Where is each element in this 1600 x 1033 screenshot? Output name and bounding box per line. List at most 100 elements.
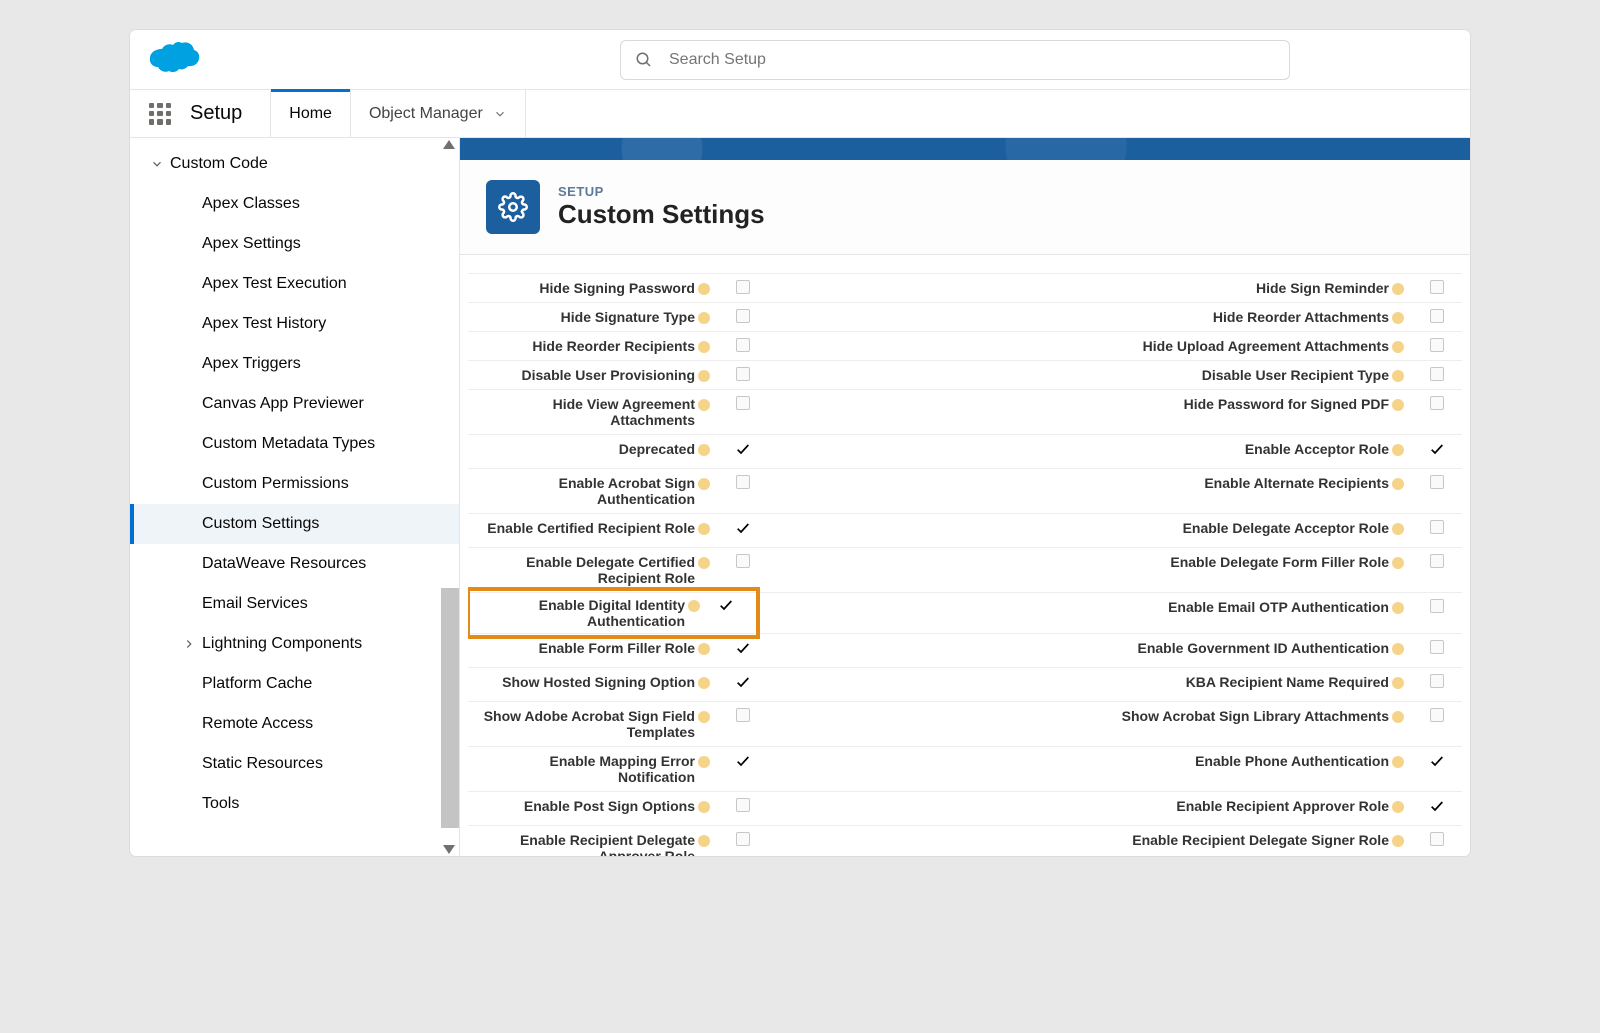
tree-node-apex-test-execution[interactable]: Apex Test Execution [130, 264, 459, 304]
checkbox-unchecked[interactable] [736, 475, 750, 489]
chevron-right-icon [182, 637, 196, 651]
tree-node-custom-code[interactable]: Custom Code [130, 144, 459, 184]
help-icon[interactable] [698, 341, 710, 353]
help-icon[interactable] [698, 283, 710, 295]
help-icon[interactable] [698, 312, 710, 324]
checkbox-unchecked[interactable] [1430, 599, 1444, 613]
tree-node-dataweave-resources[interactable]: DataWeave Resources [130, 544, 459, 584]
setting-value [718, 303, 768, 331]
help-icon[interactable] [1392, 478, 1404, 490]
tree-node-email-services[interactable]: Email Services [130, 584, 459, 624]
help-icon[interactable] [1392, 835, 1404, 847]
tree-node-apex-settings[interactable]: Apex Settings [130, 224, 459, 264]
global-search[interactable] [620, 40, 1290, 80]
checkbox-unchecked[interactable] [1430, 520, 1444, 534]
checkbox-unchecked[interactable] [736, 832, 750, 846]
tree-node-apex-test-history[interactable]: Apex Test History [130, 304, 459, 344]
tree-node-canvas-app-previewer[interactable]: Canvas App Previewer [130, 384, 459, 424]
help-icon[interactable] [1392, 801, 1404, 813]
help-icon[interactable] [698, 835, 710, 847]
help-icon[interactable] [1392, 523, 1404, 535]
help-icon[interactable] [698, 478, 710, 490]
help-icon[interactable] [1392, 643, 1404, 655]
checkbox-unchecked[interactable] [736, 798, 750, 812]
checkbox-unchecked[interactable] [1430, 396, 1444, 410]
scroll-thumb[interactable] [441, 588, 459, 828]
setting-label: Hide Password for Signed PDF [1072, 390, 1412, 434]
tab-home[interactable]: Home [270, 90, 350, 137]
help-icon[interactable] [698, 523, 710, 535]
checkbox-unchecked[interactable] [1430, 280, 1444, 294]
check-icon [735, 674, 751, 695]
tree-node-tools[interactable]: Tools [130, 784, 459, 824]
tree-node-label: Static Resources [202, 755, 323, 773]
setting-value [718, 668, 768, 701]
help-icon[interactable] [1392, 312, 1404, 324]
help-icon[interactable] [698, 801, 710, 813]
help-icon[interactable] [698, 444, 710, 456]
help-icon[interactable] [698, 677, 710, 689]
checkbox-unchecked[interactable] [1430, 832, 1444, 846]
checkbox-unchecked[interactable] [736, 708, 750, 722]
tree-node-label: Custom Settings [202, 515, 319, 533]
checkbox-unchecked[interactable] [1430, 475, 1444, 489]
help-icon[interactable] [698, 643, 710, 655]
app-window: Setup Home Object Manager Custom Code Ap… [130, 30, 1470, 856]
help-icon[interactable] [698, 711, 710, 723]
tree-node-label: Canvas App Previewer [202, 395, 364, 413]
setting-label: Enable Acceptor Role [1072, 435, 1412, 468]
help-icon[interactable] [688, 600, 700, 612]
checkbox-unchecked[interactable] [736, 280, 750, 294]
checkbox-unchecked[interactable] [736, 554, 750, 568]
checkbox-unchecked[interactable] [1430, 554, 1444, 568]
tree-node-custom-metadata-types[interactable]: Custom Metadata Types [130, 424, 459, 464]
help-icon[interactable] [698, 756, 710, 768]
help-icon[interactable] [698, 399, 710, 411]
checkbox-unchecked[interactable] [1430, 367, 1444, 381]
help-icon[interactable] [698, 370, 710, 382]
checkbox-unchecked[interactable] [1430, 309, 1444, 323]
tree-node-label: Apex Settings [202, 235, 301, 253]
help-icon[interactable] [1392, 677, 1404, 689]
checkbox-unchecked[interactable] [736, 396, 750, 410]
tree-node-platform-cache[interactable]: Platform Cache [130, 664, 459, 704]
setting-value [1412, 332, 1462, 360]
help-icon[interactable] [1392, 370, 1404, 382]
settings-row: Enable Acrobat Sign AuthenticationEnable… [468, 469, 1462, 514]
tree-node-label: Custom Code [170, 155, 268, 173]
checkbox-unchecked[interactable] [1430, 338, 1444, 352]
checkbox-unchecked[interactable] [736, 338, 750, 352]
check-icon [1429, 753, 1445, 774]
setting-label: Enable Delegate Certified Recipient Role [468, 548, 718, 592]
help-icon[interactable] [1392, 711, 1404, 723]
tree-node-lightning-components[interactable]: Lightning Components [130, 624, 459, 664]
sidebar-scrollbar[interactable] [441, 138, 459, 856]
search-icon [635, 51, 653, 69]
tree-node-apex-classes[interactable]: Apex Classes [130, 184, 459, 224]
checkbox-unchecked[interactable] [736, 367, 750, 381]
setting-label: Disable User Provisioning [468, 361, 718, 389]
help-icon[interactable] [1392, 341, 1404, 353]
checkbox-unchecked[interactable] [1430, 640, 1444, 654]
help-icon[interactable] [698, 557, 710, 569]
tree-node-static-resources[interactable]: Static Resources [130, 744, 459, 784]
app-launcher-button[interactable] [130, 90, 190, 137]
checkbox-unchecked[interactable] [736, 309, 750, 323]
checkbox-unchecked[interactable] [1430, 674, 1444, 688]
main-content: SETUP Custom Settings Hide Signing Passw… [460, 138, 1470, 856]
checkbox-unchecked[interactable] [1430, 708, 1444, 722]
tab-object-manager[interactable]: Object Manager [350, 90, 525, 137]
settings-row: Show Adobe Acrobat Sign Field TemplatesS… [468, 702, 1462, 747]
help-icon[interactable] [1392, 399, 1404, 411]
tree-node-remote-access[interactable]: Remote Access [130, 704, 459, 744]
tree-node-custom-permissions[interactable]: Custom Permissions [130, 464, 459, 504]
highlighted-setting: Enable Digital Identity Authentication [468, 587, 760, 639]
tree-node-custom-settings[interactable]: Custom Settings [130, 504, 459, 544]
help-icon[interactable] [1392, 756, 1404, 768]
help-icon[interactable] [1392, 602, 1404, 614]
help-icon[interactable] [1392, 557, 1404, 569]
help-icon[interactable] [1392, 444, 1404, 456]
tree-node-apex-triggers[interactable]: Apex Triggers [130, 344, 459, 384]
help-icon[interactable] [1392, 283, 1404, 295]
search-input[interactable] [669, 51, 1275, 69]
